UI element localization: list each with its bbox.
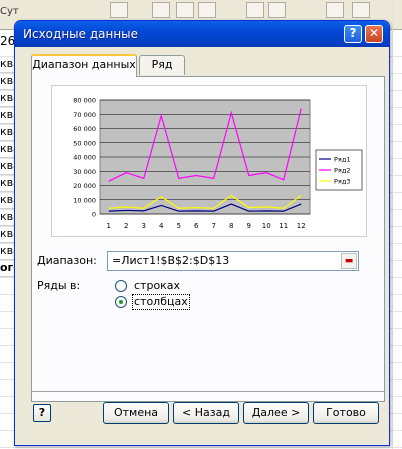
divider [37, 240, 381, 241]
legend-label: Ряд1 [334, 156, 350, 164]
source-data-dialog: Исходные данные ? ✕ Диапазон данных Ряд … [14, 20, 390, 446]
chart-preview: 0 10 000 20 000 30 000 40 000 50 000 60 000 70 … [51, 85, 367, 237]
help-button[interactable]: ? [33, 404, 51, 422]
next-button[interactable]: Далее > [243, 402, 309, 424]
range-label: Диапазон: [37, 254, 97, 267]
y-tick-label: 50 000 [73, 139, 96, 147]
range-input[interactable]: =Лист1!$B$2:$D$13 ▬ [107, 251, 359, 271]
line-chart: 0 10 000 20 000 30 000 40 000 50 000 60 000 70 … [73, 97, 363, 230]
divider [31, 391, 385, 392]
x-tick-label: 9 [247, 222, 251, 230]
toolbar-button[interactable] [268, 2, 286, 18]
legend-label: Ряд2 [334, 167, 350, 175]
x-tick-label: 6 [194, 222, 199, 230]
tab-data-range[interactable]: Диапазон данных [31, 54, 137, 77]
collapse-dialog-button[interactable]: ▬ [341, 253, 357, 269]
cancel-button[interactable]: Отмена [103, 402, 169, 424]
y-tick-label: 80 000 [73, 97, 96, 105]
radio-columns-label: столбцах [132, 294, 190, 310]
x-tick-label: 1 [107, 222, 111, 230]
column-divider [392, 0, 393, 449]
y-tick-label: 10 000 [73, 196, 96, 204]
legend-label: Ряд3 [334, 178, 350, 186]
y-tick-label: 60 000 [73, 125, 96, 133]
x-tick-label: 10 [262, 222, 271, 230]
toolbar-button[interactable] [326, 2, 344, 18]
toolbar-button[interactable] [246, 2, 264, 18]
dialog-titlebar[interactable]: Исходные данные ? ✕ [15, 21, 389, 47]
toolbar-fragment: Сут [0, 6, 19, 17]
x-tick-label: 2 [124, 222, 128, 230]
titlebar-help-button[interactable]: ? [344, 25, 362, 43]
toolbar-button[interactable] [198, 2, 216, 18]
toolbar-button[interactable] [352, 2, 370, 18]
y-tick-label: 30 000 [73, 168, 96, 176]
grid-line [0, 447, 402, 448]
x-tick-label: 4 [159, 222, 164, 230]
finish-button[interactable]: Готово [313, 402, 379, 424]
x-tick-label: 12 [297, 222, 306, 230]
y-tick-label: 20 000 [73, 182, 96, 190]
x-tick-label: 11 [279, 222, 288, 230]
cell-reference: 26 [0, 34, 16, 48]
tab-series[interactable]: Ряд [139, 55, 185, 75]
x-tick-label: 8 [229, 222, 233, 230]
y-tick-label: 0 [92, 211, 96, 219]
x-tick-label: 7 [212, 222, 216, 230]
radio-rows-button[interactable] [115, 280, 127, 292]
x-tick-label: 5 [177, 222, 181, 230]
radio-rows-label: строках [134, 279, 181, 292]
x-tick-label: 3 [142, 222, 146, 230]
series-in-label: Ряды в: [37, 279, 81, 292]
toolbar-button[interactable] [152, 2, 170, 18]
y-tick-label: 40 000 [73, 154, 96, 162]
toolbar-button[interactable] [110, 2, 128, 18]
close-button[interactable]: ✕ [365, 25, 383, 43]
back-button[interactable]: < Назад [173, 402, 239, 424]
toolbar-button[interactable] [176, 2, 194, 18]
y-tick-label: 70 000 [73, 111, 96, 119]
radio-columns-button[interactable] [115, 296, 127, 308]
dialog-title: Исходные данные [23, 27, 139, 41]
range-value: =Лист1!$B$2:$D$13 [112, 254, 230, 267]
